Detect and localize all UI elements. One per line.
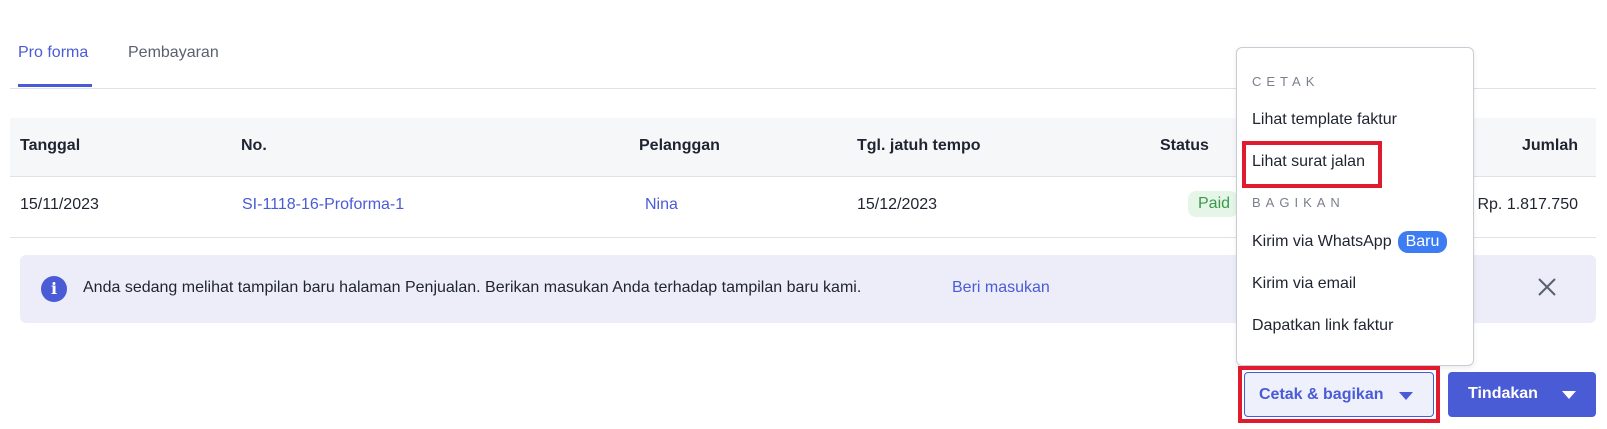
- chevron-down-icon: [1562, 391, 1576, 399]
- col-tanggal[interactable]: Tanggal: [20, 137, 80, 155]
- tindakan-label: Tindakan: [1468, 385, 1538, 402]
- menu-section-bagikan: BAGIKAN: [1252, 195, 1345, 210]
- chevron-down-icon: [1399, 392, 1413, 400]
- col-jatuh-tempo[interactable]: Tgl. jatuh tempo: [857, 137, 981, 155]
- menu-item-lihat-surat-jalan[interactable]: Lihat surat jalan: [1252, 153, 1365, 171]
- feedback-link[interactable]: Beri masukan: [952, 279, 1050, 297]
- col-jumlah[interactable]: Jumlah: [1522, 137, 1578, 155]
- cell-tanggal: 15/11/2023: [20, 196, 99, 213]
- menu-item-lihat-template-faktur[interactable]: Lihat template faktur: [1252, 111, 1397, 129]
- menu-item-kirim-email[interactable]: Kirim via email: [1252, 275, 1356, 293]
- menu-item-dapatkan-link[interactable]: Dapatkan link faktur: [1252, 317, 1393, 335]
- menu-item-label: Kirim via WhatsApp: [1252, 233, 1392, 250]
- cell-jatuh-tempo: 15/12/2023: [857, 196, 938, 213]
- col-pelanggan[interactable]: Pelanggan: [639, 137, 720, 155]
- close-icon[interactable]: [1536, 276, 1558, 298]
- menu-item-kirim-whatsapp[interactable]: Kirim via WhatsApp Baru: [1252, 231, 1448, 253]
- print-share-label: Cetak & bagikan: [1259, 386, 1384, 403]
- customer-link[interactable]: Nina: [645, 196, 678, 214]
- print-share-menu: CETAK Lihat template faktur Lihat surat …: [1236, 47, 1474, 366]
- info-icon: i: [41, 276, 67, 302]
- col-no[interactable]: No.: [241, 137, 267, 155]
- invoice-number-link[interactable]: SI-1118-16-Proforma-1: [242, 196, 404, 214]
- banner-text: Anda sedang melihat tampilan baru halama…: [83, 279, 862, 296]
- print-share-button[interactable]: Cetak & bagikan: [1244, 372, 1434, 417]
- cell-jumlah: Rp. 1.817.750: [1477, 196, 1578, 213]
- active-tab-indicator: [18, 84, 92, 87]
- tab-pro-forma[interactable]: Pro forma: [18, 44, 88, 62]
- status-badge: Paid: [1188, 191, 1239, 217]
- menu-section-cetak: CETAK: [1252, 74, 1320, 89]
- col-status[interactable]: Status: [1160, 137, 1209, 155]
- tindakan-button[interactable]: Tindakan: [1448, 372, 1596, 417]
- tab-pembayaran[interactable]: Pembayaran: [128, 44, 219, 62]
- new-badge: Baru: [1397, 231, 1448, 253]
